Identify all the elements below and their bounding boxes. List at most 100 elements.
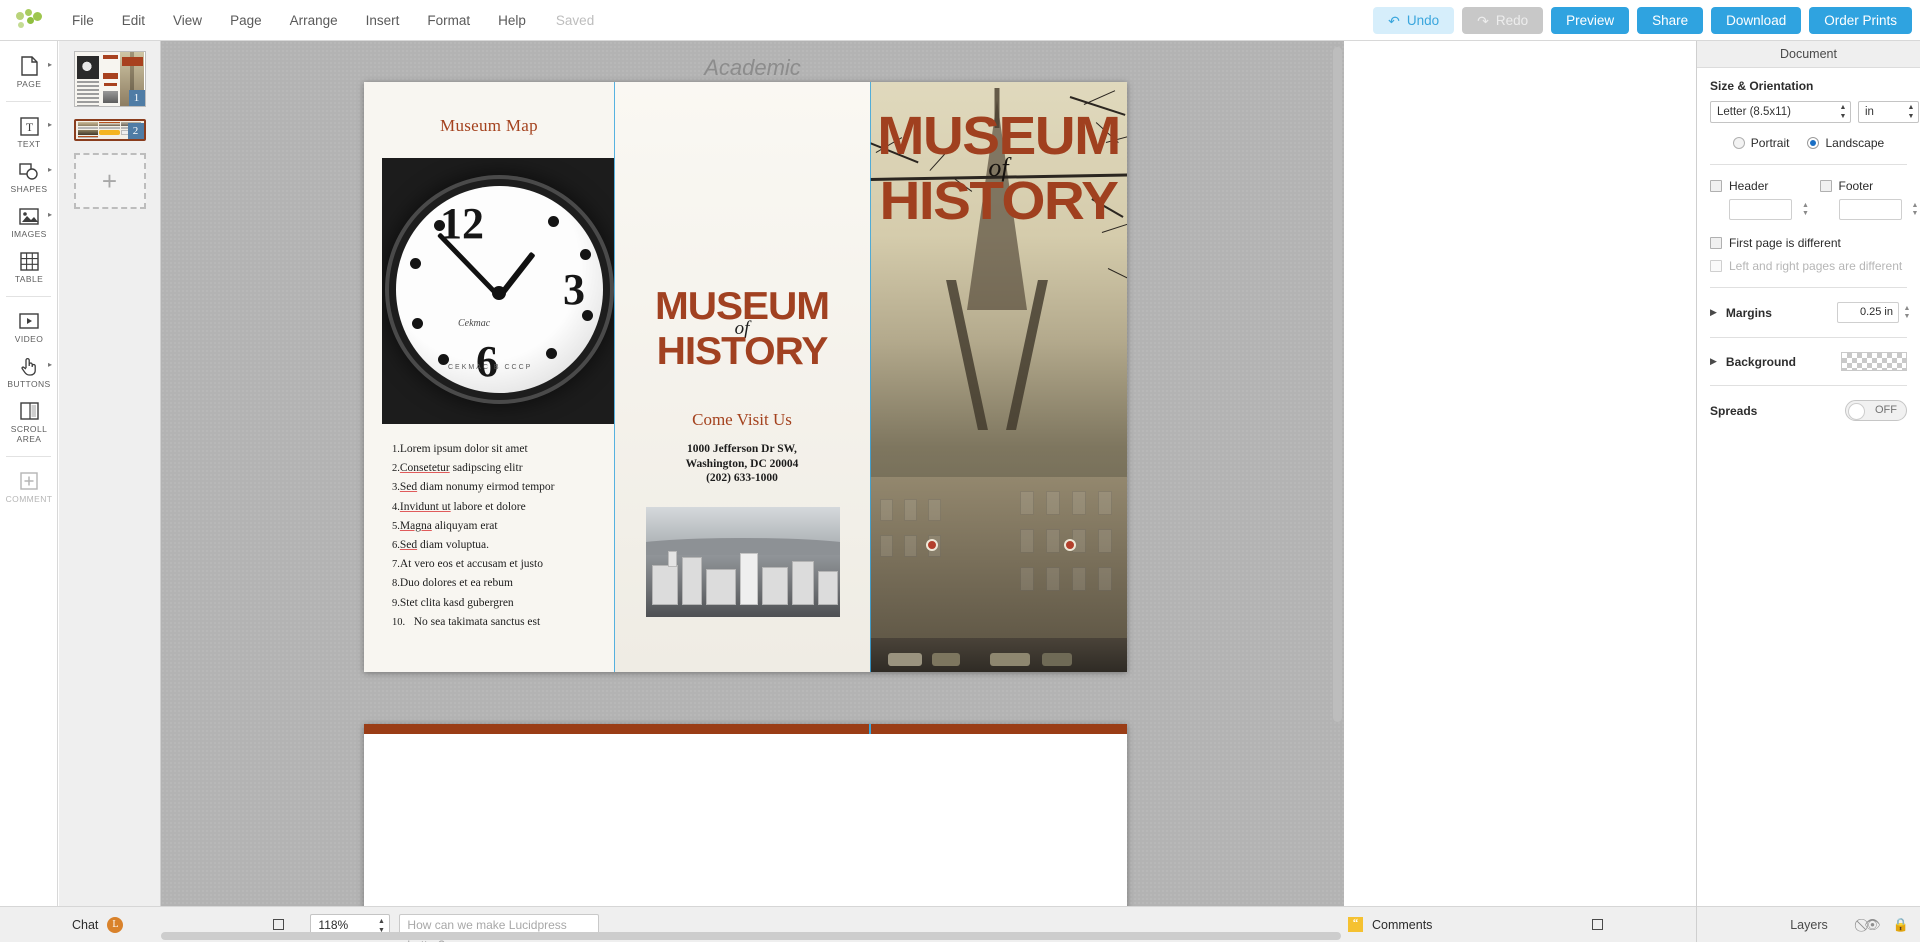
scrollbar-thumb[interactable] (1333, 47, 1342, 722)
orientation-landscape[interactable]: Landscape (1807, 136, 1884, 150)
redo-label: Redo (1496, 7, 1528, 34)
checkbox-icon-header[interactable] (1710, 180, 1722, 192)
expand-icon[interactable] (1592, 919, 1603, 930)
scrollbar-thumb[interactable] (161, 932, 1341, 940)
tool-video[interactable]: VIDEO (0, 304, 58, 349)
expand-icon[interactable] (273, 919, 284, 930)
stepper-icon[interactable]: ▲▼ (1839, 104, 1847, 120)
panel-divider (1710, 337, 1907, 338)
checkbox-icon-footer[interactable] (1820, 180, 1832, 192)
list-item: 5.Magna aliquyam erat (392, 517, 607, 536)
menu-item-format[interactable]: Format (413, 6, 484, 35)
footer-checkbox-row[interactable]: Footer (1820, 179, 1908, 193)
page-size-select[interactable]: Letter (8.5x11) (1710, 101, 1851, 123)
menu-item-edit[interactable]: Edit (108, 6, 159, 35)
tool-buttons[interactable]: BUTTONS ▸ (0, 349, 58, 394)
list-item: 4.Invidunt ut labore et dolore (392, 498, 607, 517)
list-text: aliquyam erat (432, 520, 498, 532)
first-page-different-row[interactable]: First page is different (1710, 236, 1907, 250)
header-group: Header ▲▼ (1710, 179, 1798, 220)
list-text: Duo dolores et ea rebum (400, 577, 513, 589)
footer-value-input[interactable] (1839, 199, 1902, 220)
brochure-panel-right[interactable]: MUSEUM of HISTORY (870, 82, 1127, 672)
chevron-right-icon[interactable]: ▸ (48, 60, 52, 69)
header-value-input[interactable] (1729, 199, 1792, 220)
address-line-1: 1000 Jefferson Dr SW, (614, 442, 870, 457)
header-label: Header (1729, 179, 1768, 193)
canvas-area[interactable]: Academic Museum Map 12 3 6 (161, 41, 1344, 942)
page-size-select-wrap[interactable]: Letter (8.5x11) ▲▼ (1710, 101, 1851, 123)
menu-item-help[interactable]: Help (484, 6, 540, 35)
order-prints-button[interactable]: Order Prints (1809, 7, 1912, 34)
stepper-icon[interactable]: ▲▼ (1907, 104, 1915, 120)
tool-label: PAGE (17, 79, 42, 89)
museum-map-list[interactable]: 1.Lorem ipsum dolor sit amet 2.Consetetu… (392, 440, 607, 632)
tool-scroll-area[interactable]: SCROLL AREA (0, 394, 58, 449)
layers-bar[interactable]: Layers ⃠👁 🔒 (1697, 906, 1920, 942)
tool-page[interactable]: PAGE ▸ (0, 49, 58, 94)
radio-icon-landscape[interactable] (1807, 137, 1819, 149)
stop-sign-right (1064, 539, 1076, 551)
stepper-icon[interactable]: ▲▼ (1802, 202, 1810, 217)
download-button[interactable]: Download (1711, 7, 1801, 34)
undo-button[interactable]: ↶ Undo (1373, 7, 1454, 34)
page-thumbnail-2[interactable]: 2 (74, 119, 146, 141)
brochure-panel-middle[interactable]: MUSEUM of HISTORY Come Visit Us 1000 Jef… (614, 82, 870, 672)
share-button[interactable]: Share (1637, 7, 1703, 34)
chat-label[interactable]: Chat (72, 918, 98, 932)
clock-photo[interactable]: 12 3 6 Cekmac (382, 158, 617, 424)
margins-input[interactable]: 0.25 in (1837, 302, 1899, 323)
stepper-icon[interactable]: ▲▼ (1911, 202, 1919, 217)
avatar[interactable]: L (107, 917, 123, 933)
canvas-vertical-scrollbar[interactable] (1333, 47, 1342, 936)
chevron-right-icon[interactable]: ▶ (1710, 356, 1717, 367)
tool-text[interactable]: T TEXT ▸ (0, 109, 58, 154)
spreads-toggle[interactable]: OFF (1845, 400, 1907, 421)
margins-row[interactable]: ▶ Margins 0.25 in ▲▼ (1710, 302, 1907, 323)
list-item: 6.Sed diam voluptua. (392, 536, 607, 555)
left-right-different-row[interactable]: Left and right pages are different (1710, 259, 1907, 273)
chevron-right-icon[interactable]: ▶ (1710, 307, 1717, 318)
comments-label[interactable]: Comments (1372, 918, 1432, 932)
chevron-right-icon[interactable]: ▸ (48, 210, 52, 219)
menu-item-arrange[interactable]: Arrange (276, 6, 352, 35)
stepper-icon[interactable]: ▲▼ (1903, 305, 1911, 320)
list-text: Stet clita kasd gubergren (400, 597, 514, 609)
chevron-right-icon[interactable]: ▸ (48, 120, 52, 129)
preview-button[interactable]: Preview (1551, 7, 1629, 34)
eye-slash-icon[interactable]: ⃠👁 (1864, 917, 1881, 933)
tool-comment[interactable]: COMMENT (0, 464, 58, 509)
menu-item-insert[interactable]: Insert (352, 6, 414, 35)
tool-images[interactable]: IMAGES ▸ (0, 199, 58, 244)
menu-item-page[interactable]: Page (216, 6, 276, 35)
redo-button[interactable]: ↷ Redo (1462, 7, 1543, 34)
lock-icon[interactable]: 🔒 (1893, 917, 1909, 933)
document-title[interactable]: Academic (161, 55, 1344, 81)
background-row[interactable]: ▶ Background (1710, 352, 1907, 371)
page-thumbnail-1[interactable]: 1 (74, 51, 146, 107)
header-checkbox-row[interactable]: Header (1710, 179, 1798, 193)
comments-control[interactable]: “ Comments (1348, 917, 1603, 932)
menu-item-view[interactable]: View (159, 6, 216, 35)
tool-table[interactable]: TABLE (0, 244, 58, 289)
unit-select-wrap[interactable]: in ▲▼ (1858, 101, 1919, 123)
brochure-panel-left[interactable]: Museum Map 12 3 6 (364, 82, 614, 672)
page-canvas-1[interactable]: Museum Map 12 3 6 (364, 82, 1127, 672)
chevron-right-icon[interactable]: ▸ (48, 165, 52, 174)
chevron-right-icon[interactable]: ▸ (48, 360, 52, 369)
orientation-portrait[interactable]: Portrait (1733, 136, 1790, 150)
checkbox-icon-left-right[interactable] (1710, 260, 1722, 272)
spreads-row[interactable]: Spreads OFF (1710, 400, 1907, 421)
horizontal-scrollbar[interactable] (161, 932, 1341, 940)
add-comment-icon (19, 471, 39, 491)
checkbox-icon-first-page[interactable] (1710, 237, 1722, 249)
tool-shapes[interactable]: SHAPES ▸ (0, 154, 58, 199)
background-swatch[interactable] (1841, 352, 1907, 371)
cityscape-photo[interactable] (646, 507, 840, 617)
video-icon (19, 311, 39, 331)
app-logo[interactable] (0, 0, 58, 41)
radio-icon-portrait[interactable] (1733, 137, 1745, 149)
menu-item-file[interactable]: File (58, 6, 108, 35)
list-link: Magna (400, 520, 432, 532)
add-page-button[interactable]: + (74, 153, 146, 209)
